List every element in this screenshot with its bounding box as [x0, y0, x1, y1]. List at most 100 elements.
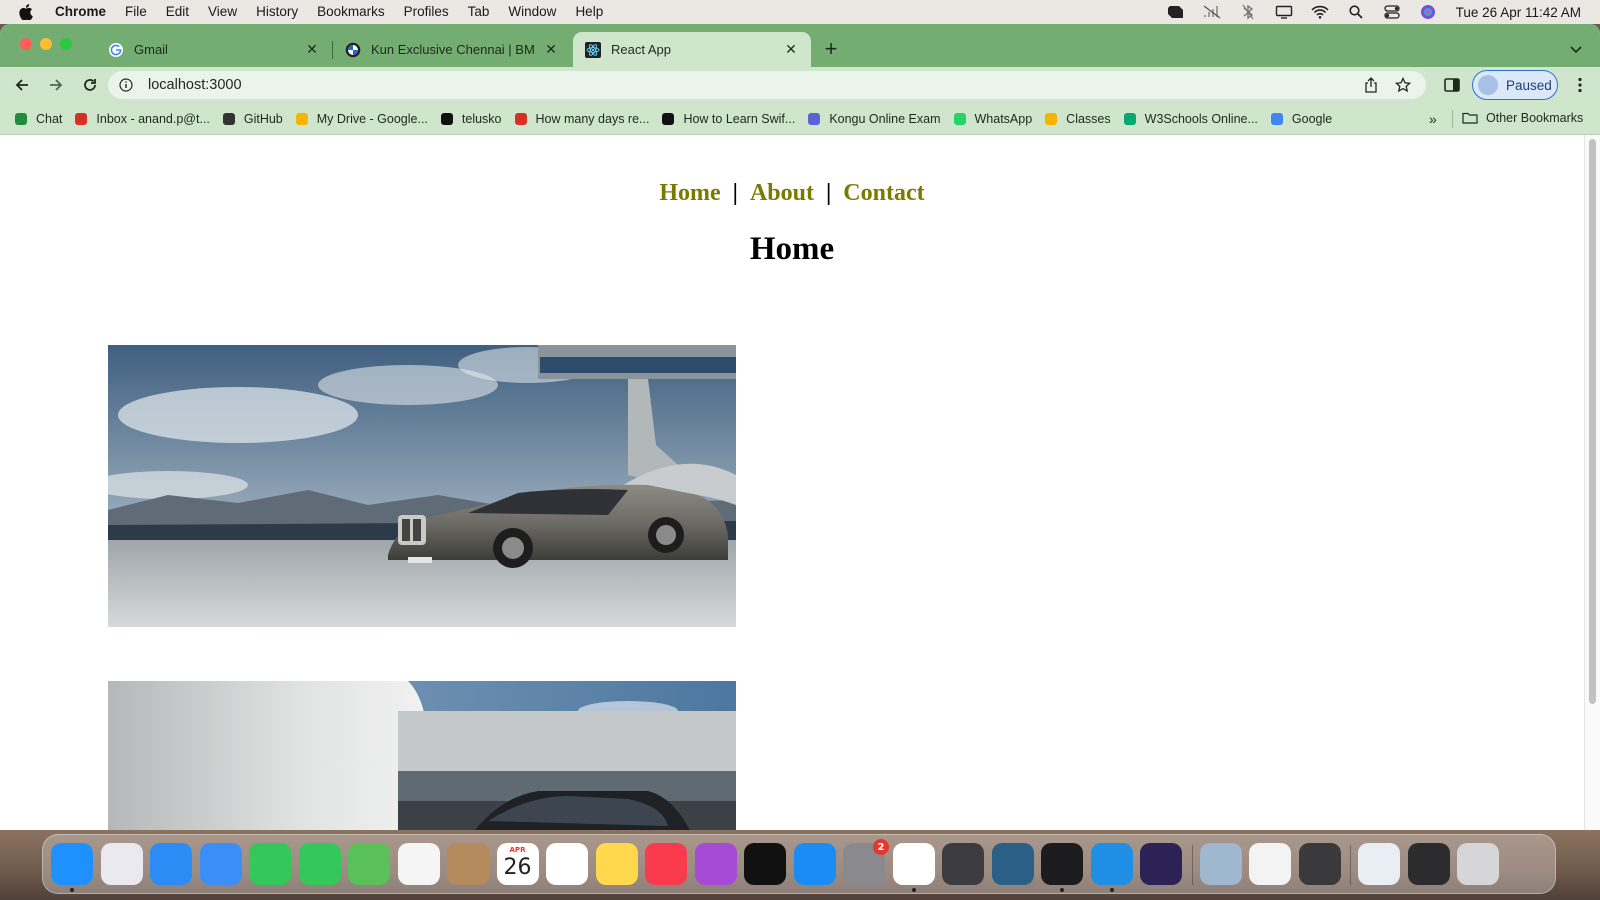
- vscode-icon[interactable]: [1090, 843, 1133, 885]
- page-scrollbar[interactable]: [1584, 135, 1600, 830]
- display-icon[interactable]: [1274, 4, 1294, 20]
- chrome-icon[interactable]: [892, 843, 935, 885]
- terminal-icon[interactable]: [1041, 843, 1083, 885]
- bookmark-item[interactable]: Google: [1270, 112, 1332, 126]
- browser-toolbar: localhost:3000 Paused: [0, 67, 1600, 103]
- url-text[interactable]: localhost:3000: [148, 77, 242, 93]
- music-icon[interactable]: [645, 843, 687, 885]
- menu-history[interactable]: History: [256, 0, 298, 24]
- bookmark-item[interactable]: How many days re...: [514, 112, 649, 126]
- back-arrow-icon[interactable]: [8, 71, 36, 99]
- trash-icon[interactable]: [1457, 843, 1499, 885]
- bookmark-item[interactable]: Kongu Online Exam: [807, 112, 941, 126]
- tab-react-app[interactable]: React App ✕: [573, 32, 811, 67]
- zoom-window-button[interactable]: [60, 38, 72, 50]
- spotlight-search-icon[interactable]: [1346, 4, 1366, 20]
- eclipse-icon[interactable]: [1140, 843, 1182, 885]
- menu-file[interactable]: File: [125, 0, 147, 24]
- menu-window[interactable]: Window: [508, 0, 556, 24]
- wifi-icon[interactable]: [1310, 4, 1330, 20]
- bluetooth-icon[interactable]: [1238, 4, 1258, 20]
- share-icon[interactable]: [1362, 76, 1380, 94]
- bookmark-item[interactable]: WhatsApp: [953, 112, 1032, 126]
- tab-gmail[interactable]: Gmail ✕: [96, 32, 332, 67]
- keychain-icon[interactable]: [942, 843, 984, 885]
- scrollbar-thumb[interactable]: [1589, 139, 1596, 704]
- profile-paused-button[interactable]: Paused: [1472, 70, 1558, 100]
- tab-bmw[interactable]: Kun Exclusive Chennai | BMW I ✕: [333, 32, 571, 67]
- bookmark-item[interactable]: Inbox - anand.p@t...: [74, 112, 210, 126]
- bookmark-item[interactable]: W3Schools Online...: [1123, 112, 1258, 126]
- nav-separator: |: [826, 180, 832, 206]
- bookmark-star-icon[interactable]: [1394, 76, 1412, 94]
- siri-icon[interactable]: [1418, 4, 1438, 20]
- site-info-icon[interactable]: [118, 77, 134, 93]
- bookmark-item[interactable]: telusko: [440, 112, 502, 126]
- preview-icon[interactable]: [1199, 843, 1242, 885]
- evernote-icon[interactable]: [1166, 4, 1186, 20]
- telusko-icon: [440, 112, 454, 126]
- apple-icon[interactable]: [19, 4, 35, 20]
- bookmark-item[interactable]: GitHub: [222, 112, 283, 126]
- page-viewport: Home | About | Contact Home: [0, 135, 1600, 830]
- page-title: Home: [749, 231, 835, 267]
- calculator-icon[interactable]: [1298, 843, 1341, 885]
- menu-edit[interactable]: Edit: [166, 0, 189, 24]
- messages-icon[interactable]: [298, 843, 341, 885]
- calendar-icon[interactable]: APR 26: [496, 843, 539, 885]
- reload-icon[interactable]: [76, 71, 104, 99]
- nav-link-about[interactable]: About: [750, 180, 814, 206]
- bookmark-item[interactable]: Chat: [14, 112, 62, 126]
- nav-link-contact[interactable]: Contact: [843, 180, 924, 206]
- chevron-down-icon[interactable]: [1568, 42, 1584, 58]
- notes-icon[interactable]: [595, 843, 638, 885]
- close-icon[interactable]: ✕: [543, 41, 559, 58]
- menu-view[interactable]: View: [208, 0, 237, 24]
- close-window-button[interactable]: [20, 38, 32, 50]
- textedit-icon[interactable]: [1249, 843, 1291, 885]
- bookmark-item[interactable]: My Drive - Google...: [295, 112, 428, 126]
- more-menu-icon[interactable]: [1574, 76, 1586, 94]
- more-bookmarks-chevron[interactable]: »: [1429, 111, 1437, 127]
- menu-app-name[interactable]: Chrome: [55, 0, 106, 24]
- bookmark-item[interactable]: How to Learn Swif...: [661, 112, 795, 126]
- running-indicator: [911, 888, 916, 892]
- menu-tab[interactable]: Tab: [468, 0, 490, 24]
- mail-icon[interactable]: [199, 843, 242, 885]
- signal-muted-icon[interactable]: [1202, 4, 1222, 20]
- forward-arrow-icon[interactable]: [42, 71, 70, 99]
- system-settings-icon[interactable]: 2: [843, 839, 889, 885]
- nav-link-home[interactable]: Home: [659, 180, 720, 206]
- other-bookmarks-folder[interactable]: Other Bookmarks: [1462, 111, 1583, 125]
- bookmark-item[interactable]: Classes: [1044, 112, 1111, 126]
- side-panel-icon[interactable]: [1443, 76, 1461, 94]
- podcasts-icon[interactable]: [694, 843, 737, 885]
- maps-icon[interactable]: [348, 843, 390, 885]
- facetime-icon[interactable]: [249, 843, 291, 885]
- minimize-window-button[interactable]: [40, 38, 52, 50]
- bookmark-label: How to Learn Swif...: [683, 111, 796, 126]
- bookmark-label: telusko: [461, 111, 502, 126]
- new-tab-button[interactable]: +: [821, 38, 841, 60]
- control-center-icon[interactable]: [1382, 4, 1402, 20]
- close-icon[interactable]: ✕: [304, 41, 320, 58]
- document-icon[interactable]: [1358, 843, 1400, 885]
- photos-icon[interactable]: [397, 843, 440, 885]
- tv-icon[interactable]: [744, 843, 786, 885]
- menubar-clock[interactable]: Tue 26 Apr 11:42 AM: [1456, 5, 1581, 20]
- finder-icon[interactable]: [51, 843, 93, 885]
- reminders-icon[interactable]: [546, 843, 588, 885]
- menu-profiles[interactable]: Profiles: [404, 0, 449, 24]
- contacts-icon[interactable]: [447, 843, 489, 885]
- y-icon: [514, 112, 528, 126]
- mysql-workbench-icon[interactable]: [991, 843, 1034, 885]
- whatsapp-icon: [953, 112, 967, 126]
- app-store-icon[interactable]: [793, 843, 836, 885]
- launchpad-icon[interactable]: [100, 843, 143, 885]
- close-icon[interactable]: ✕: [783, 41, 799, 58]
- menu-bookmarks[interactable]: Bookmarks: [317, 0, 385, 24]
- address-bar[interactable]: localhost:3000: [108, 71, 1426, 99]
- menu-help[interactable]: Help: [575, 0, 603, 24]
- screen-window-icon[interactable]: [1407, 843, 1450, 885]
- safari-icon[interactable]: [150, 843, 192, 885]
